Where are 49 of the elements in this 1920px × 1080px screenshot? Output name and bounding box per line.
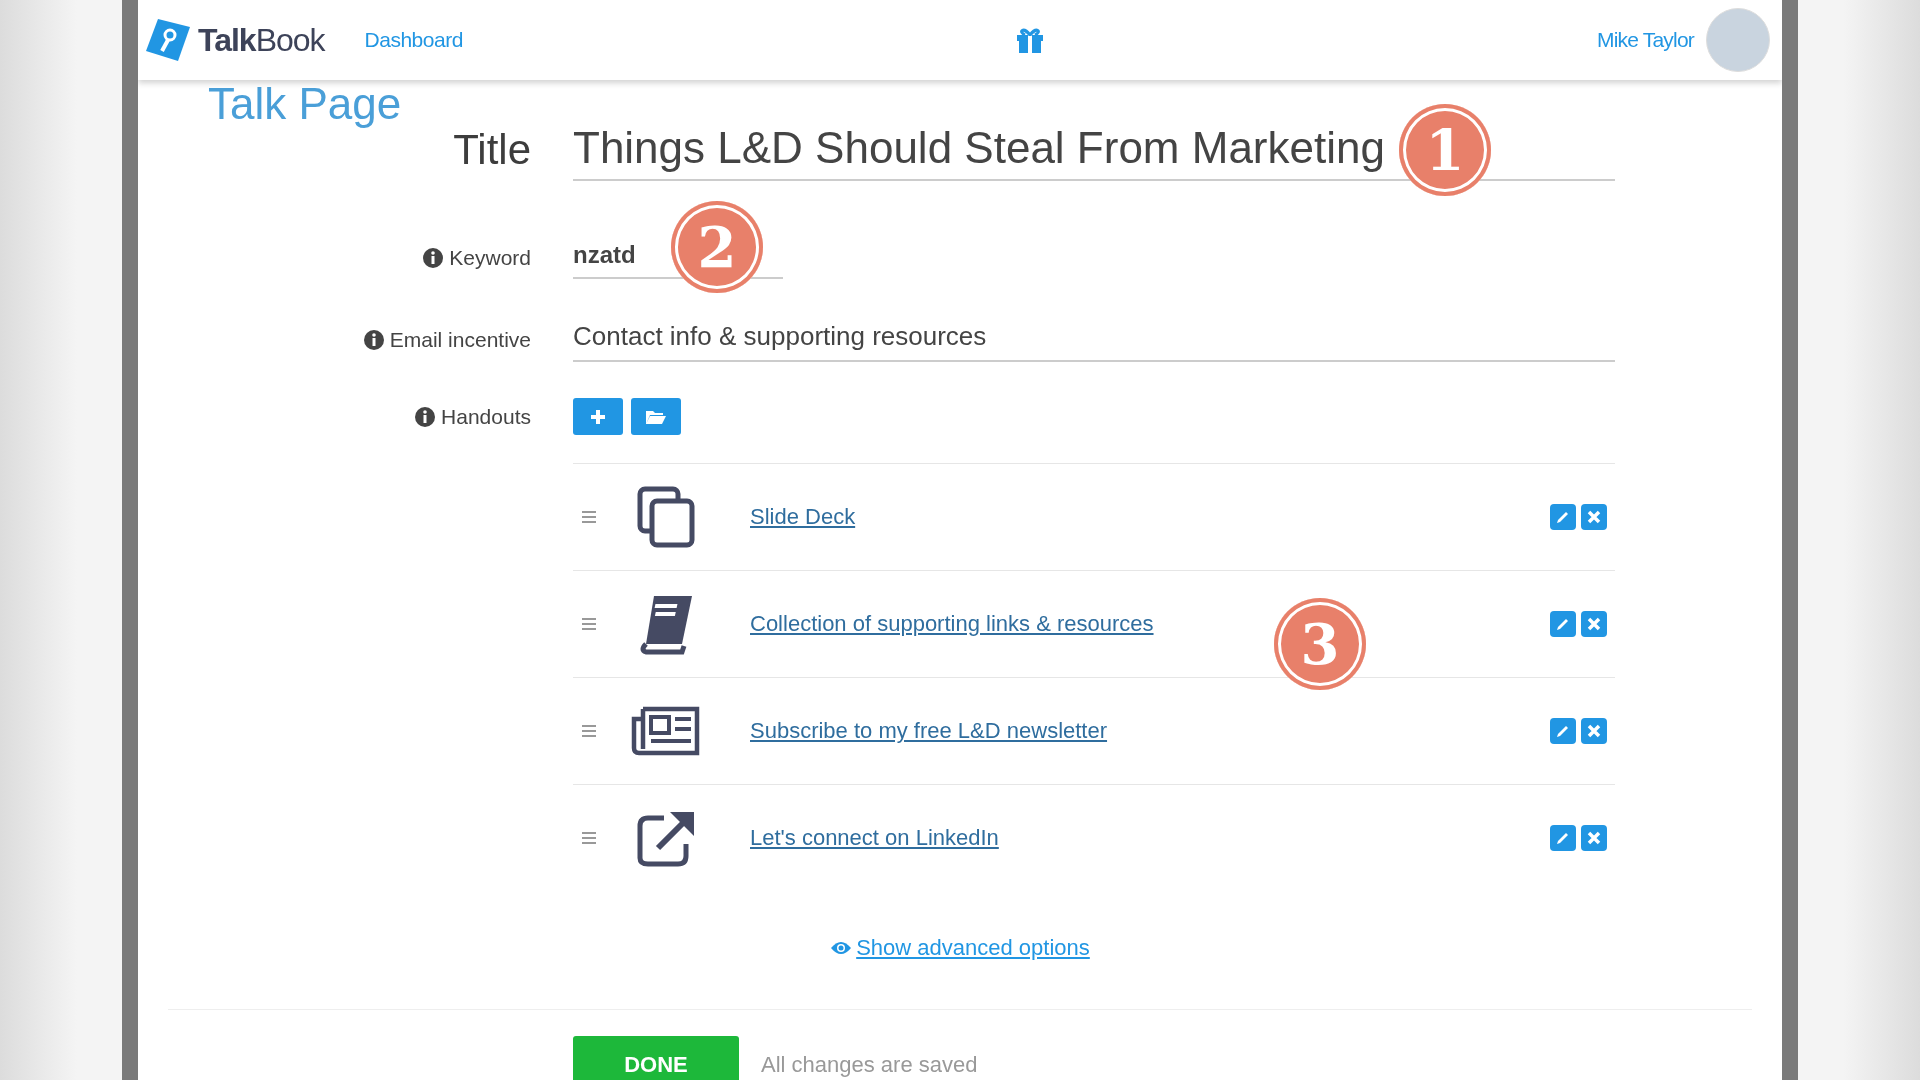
brand-name: TalkBook — [198, 21, 325, 59]
step-number-badge: 1 — [1399, 104, 1491, 196]
step-number-badge: 2 — [671, 201, 763, 293]
drag-handle-icon[interactable] — [581, 831, 597, 845]
pencil-icon — [1555, 509, 1571, 525]
info-icon[interactable] — [415, 406, 436, 427]
close-icon — [1587, 831, 1601, 845]
add-button[interactable] — [573, 398, 623, 435]
handout-link[interactable]: Subscribe to my free L&D newsletter — [750, 718, 1108, 744]
close-icon — [1587, 617, 1601, 631]
logo-icon — [144, 17, 192, 63]
delete-button[interactable] — [1581, 504, 1607, 530]
delete-button[interactable] — [1581, 718, 1607, 744]
pencil-icon — [1555, 830, 1571, 846]
user-name[interactable]: Mike Taylor — [1597, 28, 1694, 52]
close-icon — [1587, 724, 1601, 738]
delete-button[interactable] — [1581, 825, 1607, 851]
title-label: Title — [453, 126, 531, 174]
folder-button[interactable] — [631, 398, 681, 435]
save-status: All changes are saved — [761, 1052, 978, 1078]
info-icon[interactable] — [363, 329, 384, 350]
pencil-icon — [1555, 723, 1571, 739]
pencil-icon — [1555, 616, 1571, 632]
handout-link[interactable]: Collection of supporting links & resources — [750, 611, 1154, 637]
delete-button[interactable] — [1581, 611, 1607, 637]
email-incentive-field[interactable]: Contact info & supporting resources — [573, 317, 1615, 362]
drag-handle-icon[interactable] — [581, 510, 597, 524]
close-icon — [1587, 510, 1601, 524]
edit-button[interactable] — [1550, 504, 1576, 530]
field-label: Keyword — [449, 246, 531, 270]
dashboard-link[interactable]: Dashboard — [364, 28, 463, 52]
field-label: Email incentive — [389, 327, 531, 352]
field-label: Handouts — [441, 404, 531, 429]
title-field[interactable]: Things L&D Should Steal From Marketing — [573, 119, 1383, 179]
edit-button[interactable] — [1550, 611, 1576, 637]
advanced-options-link[interactable]: Show advanced options — [830, 935, 1090, 961]
plus-icon — [590, 408, 606, 425]
step-number-badge: 3 — [1274, 598, 1366, 690]
handout-link[interactable]: Slide Deck — [750, 504, 856, 530]
drag-handle-icon[interactable] — [581, 724, 597, 738]
edit-button[interactable] — [1550, 825, 1576, 851]
gift-icon[interactable] — [1014, 26, 1045, 54]
info-icon[interactable] — [423, 248, 444, 268]
handout-link[interactable]: Let's connect on LinkedIn — [750, 825, 999, 851]
folder-icon — [645, 408, 667, 425]
drag-handle-icon[interactable] — [581, 617, 597, 631]
eye-icon — [830, 940, 853, 956]
edit-button[interactable] — [1550, 718, 1576, 744]
page-heading: Talk Page — [208, 82, 403, 126]
